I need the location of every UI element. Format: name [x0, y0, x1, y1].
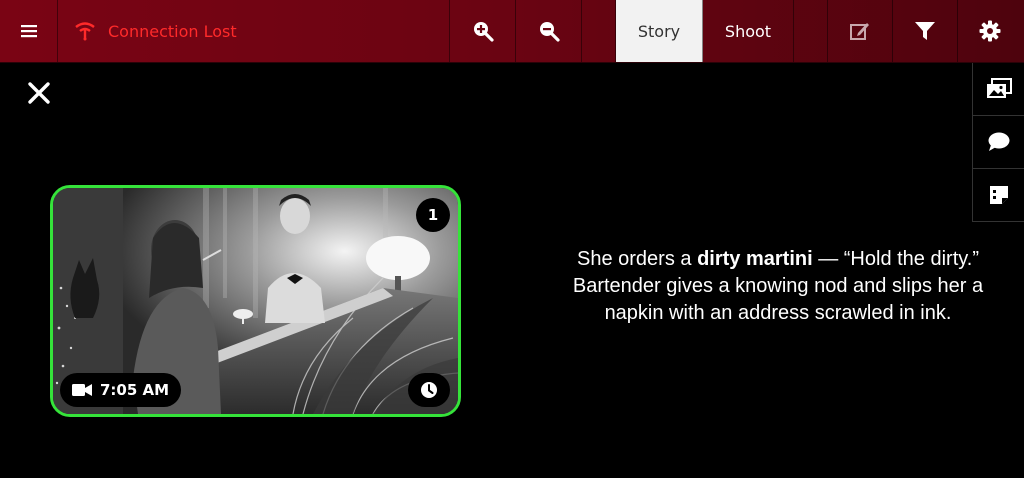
- edit-icon: [850, 23, 869, 40]
- tab-story-label: Story: [637, 21, 681, 41]
- gear-icon: [979, 20, 1001, 42]
- panel-description: She orders a dirty martini — “Hold the d…: [548, 246, 1008, 327]
- zoom-in-icon: [473, 22, 494, 42]
- connection-lost-icon: [75, 22, 95, 41]
- description-emphasis: dirty martini: [697, 248, 813, 270]
- tab-shoot-label: Shoot: [724, 21, 772, 41]
- clock-icon: [421, 382, 437, 398]
- toolbar-spacer: [794, 0, 828, 62]
- close-icon: [28, 82, 50, 104]
- shot-time-text: 7:05 AM: [100, 381, 170, 399]
- filter-icon: [915, 22, 935, 40]
- storyboard-panel[interactable]: 1 7:05 AM: [50, 185, 461, 417]
- comment-icon: [988, 132, 1009, 151]
- toolbar-spacer: [582, 0, 616, 62]
- images-button[interactable]: [972, 63, 1024, 116]
- shot-time-badge[interactable]: 7:05 AM: [60, 373, 182, 407]
- connection-status: Connection Lost: [58, 0, 450, 62]
- zoom-out-button[interactable]: [516, 0, 582, 62]
- tab-shoot[interactable]: Shoot: [703, 0, 794, 62]
- zoom-out-icon: [539, 22, 560, 42]
- clock-button[interactable]: [408, 373, 450, 407]
- notes-icon: [989, 186, 1008, 204]
- settings-button[interactable]: [958, 0, 1022, 62]
- top-toolbar: Connection Lost Story Shoot: [0, 0, 1024, 63]
- edit-button[interactable]: [828, 0, 893, 62]
- filter-button[interactable]: [893, 0, 958, 62]
- close-button[interactable]: [26, 80, 52, 106]
- status-text: Connection Lost: [108, 21, 237, 41]
- description-text-start: She orders a: [577, 248, 698, 270]
- zoom-in-button[interactable]: [450, 0, 516, 62]
- images-icon: [986, 78, 1012, 98]
- menu-button[interactable]: [0, 0, 58, 62]
- comments-button[interactable]: [972, 116, 1024, 169]
- side-rail: [972, 63, 1024, 222]
- notes-button[interactable]: [972, 169, 1024, 222]
- hamburger-icon: [20, 25, 37, 38]
- panel-number-badge: 1: [416, 198, 450, 232]
- tab-story[interactable]: Story: [616, 0, 703, 62]
- video-camera-icon: [72, 384, 92, 396]
